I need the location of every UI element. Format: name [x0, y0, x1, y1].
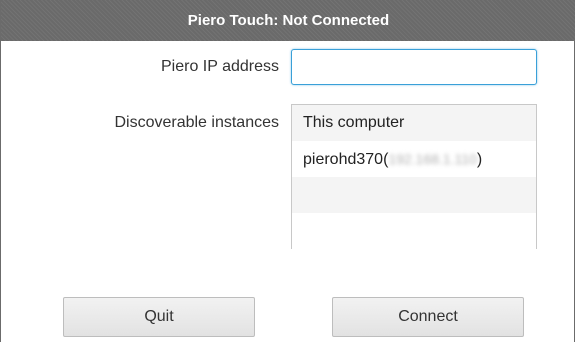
quit-button[interactable]: Quit: [63, 297, 255, 337]
list-item-empty: [292, 213, 536, 249]
title-bar: Piero Touch: Not Connected: [1, 0, 575, 41]
ip-address-label: Piero IP address: [161, 58, 279, 75]
instances-list[interactable]: This computer pierohd370(192.168.1.110): [291, 104, 537, 249]
instance-name: This computer: [303, 114, 405, 131]
app-window: Piero Touch: Not Connected Piero IP addr…: [0, 0, 575, 342]
list-item-pierohd370[interactable]: pierohd370(192.168.1.110): [292, 141, 536, 177]
discoverable-instances-label: Discoverable instances: [114, 114, 279, 131]
connect-button[interactable]: Connect: [332, 297, 524, 337]
list-item-empty: [292, 177, 536, 213]
instance-name: pierohd370(: [303, 151, 389, 168]
list-item-this-computer[interactable]: This computer: [292, 105, 536, 141]
instance-suffix: ): [476, 151, 483, 168]
instance-ip-address: 192.168.1.110: [388, 151, 477, 167]
window-title: Piero Touch: Not Connected: [187, 12, 390, 29]
ip-address-input[interactable]: [291, 49, 537, 85]
